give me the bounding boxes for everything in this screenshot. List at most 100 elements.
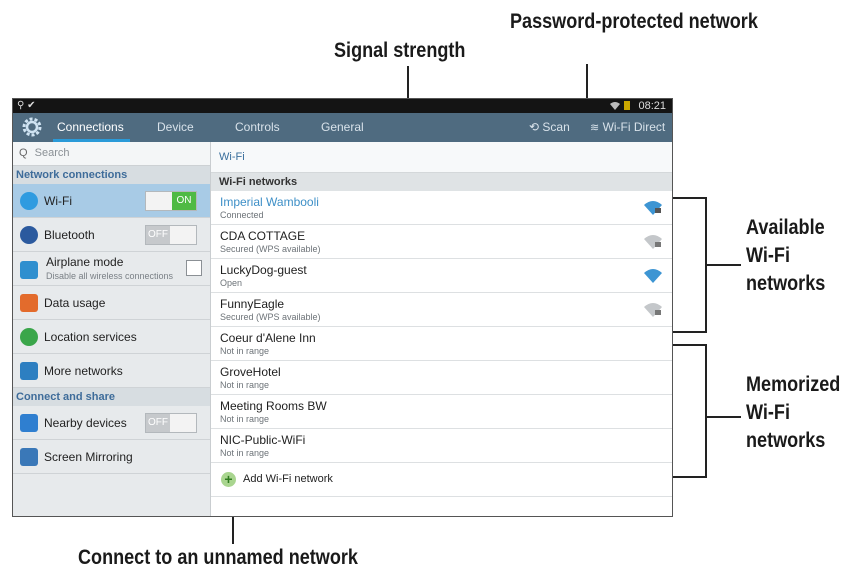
settings-screen: ⚲ ✔ 08:21 Connections Device Controls Ge… (12, 98, 673, 517)
sidebar-item-location-services[interactable]: Location services (13, 320, 210, 354)
wifi-signal-icon (644, 269, 662, 283)
sidebar-item-wifi[interactable]: Wi-Fi ON (13, 184, 210, 218)
bluetooth-icon (20, 226, 38, 244)
notification-icons: ⚲ ✔ (17, 100, 36, 111)
network-status: Not in range (220, 346, 270, 356)
wifi-signal-secured-icon (644, 303, 662, 317)
network-name: LuckyDog-guest (220, 263, 307, 277)
network-row[interactable]: GroveHotel Not in range (211, 361, 672, 395)
sidebar-item-label: Airplane mode (46, 255, 124, 269)
callout-signal-strength: Signal strength (334, 39, 466, 62)
location-icon (20, 328, 38, 346)
network-row[interactable]: NIC-Public-WiFi Not in range (211, 429, 672, 463)
network-name: NIC-Public-WiFi (220, 433, 306, 447)
screen-mirroring-icon (20, 448, 38, 466)
toggle-state: OFF (146, 414, 170, 432)
search-field[interactable]: Q Search (13, 142, 210, 166)
wifi-signal-secured-icon (644, 235, 662, 249)
wifi-direct-icon: ≋ (590, 122, 600, 134)
nearby-devices-toggle[interactable]: OFF (145, 413, 197, 433)
add-icon: + (221, 472, 236, 487)
callout-memorized: Memorized Wi-Fi networks (746, 373, 841, 452)
sidebar-item-data-usage[interactable]: Data usage (13, 286, 210, 320)
bracket-memorized (705, 344, 707, 478)
airplane-mode-checkbox[interactable] (186, 260, 202, 276)
airplane-mode-text: Airplane mode Disable all wireless conne… (46, 256, 173, 283)
network-row[interactable]: Meeting Rooms BW Not in range (211, 395, 672, 429)
wifi-status-icon (610, 102, 620, 110)
sidebar-item-label: Data usage (44, 296, 106, 310)
network-status: Connected (220, 210, 264, 220)
airplane-icon (20, 261, 38, 279)
tab-general[interactable]: General (321, 113, 364, 142)
bluetooth-toggle[interactable]: OFF (145, 225, 197, 245)
sidebar-item-screen-mirroring[interactable]: Screen Mirroring (13, 440, 210, 474)
bracket-available (706, 264, 741, 266)
scan-icon: ⟲ (529, 120, 540, 134)
bracket-memorized (706, 416, 741, 418)
page-title: Wi-Fi (211, 142, 672, 173)
callout-password-protected-text: Password-protected network (510, 10, 758, 33)
gear-icon[interactable] (21, 116, 43, 138)
wifi-direct-button[interactable]: ≋ Wi-Fi Direct (590, 113, 665, 142)
network-status: Secured (WPS available) (220, 312, 321, 322)
network-status: Not in range (220, 380, 270, 390)
scan-label: Scan (542, 120, 570, 134)
search-placeholder: Search (34, 147, 70, 159)
sidebar-item-label: More networks (44, 364, 123, 378)
network-status: Not in range (220, 414, 270, 424)
network-name: CDA COTTAGE (220, 229, 306, 243)
bracket-memorized (669, 476, 706, 478)
network-row[interactable]: FunnyEagle Secured (WPS available) (211, 293, 672, 327)
status-bar: ⚲ ✔ 08:21 (13, 99, 672, 113)
network-status: Secured (WPS available) (220, 244, 321, 254)
network-status: Not in range (220, 448, 270, 458)
network-row[interactable]: Imperial Wambooli Connected (211, 191, 672, 225)
callout-available: Available Wi-Fi networks (746, 216, 826, 295)
sidebar-item-airplane-mode[interactable]: Airplane mode Disable all wireless conne… (13, 252, 210, 286)
sidebar-item-nearby-devices[interactable]: Nearby devices OFF (13, 406, 210, 440)
data-usage-icon (20, 294, 38, 312)
wifi-panel: Wi-Fi Wi-Fi networks Imperial Wambooli C… (211, 142, 672, 516)
network-name: Meeting Rooms BW (220, 399, 327, 413)
bracket-available (669, 331, 706, 333)
bracket-memorized (669, 344, 706, 346)
more-networks-icon (20, 362, 38, 380)
network-row[interactable]: Coeur d'Alene Inn Not in range (211, 327, 672, 361)
airplane-mode-subtext: Disable all wireless connections (46, 271, 174, 281)
network-name: Coeur d'Alene Inn (220, 331, 316, 345)
section-wifi-networks: Wi-Fi networks (211, 173, 672, 191)
wifi-signal-secured-icon (644, 201, 662, 215)
tab-bar: Connections Device Controls General ⟲ Sc… (13, 113, 672, 142)
search-icon: Q (19, 147, 28, 159)
section-network-connections: Network connections (13, 166, 210, 184)
scan-button[interactable]: ⟲ Scan (529, 113, 570, 142)
network-status: Open (220, 278, 243, 288)
sidebar-item-label: Screen Mirroring (44, 450, 133, 464)
wifi-icon (20, 192, 38, 210)
status-time: 08:21 (638, 100, 666, 112)
sidebar-item-label: Nearby devices (44, 416, 127, 430)
network-row[interactable]: CDA COTTAGE Secured (WPS available) (211, 225, 672, 259)
toggle-state: OFF (146, 226, 170, 244)
network-row[interactable]: LuckyDog-guest Open (211, 259, 672, 293)
sidebar-item-more-networks[interactable]: More networks (13, 354, 210, 388)
section-connect-and-share: Connect and share (13, 388, 210, 406)
sidebar-item-bluetooth[interactable]: Bluetooth OFF (13, 218, 210, 252)
sidebar-item-label: Location services (44, 330, 137, 344)
tab-device[interactable]: Device (157, 113, 194, 142)
sidebar: Q Search Network connections Wi-Fi ON Bl… (13, 142, 211, 516)
bracket-available (669, 197, 706, 199)
sidebar-item-label: Bluetooth (44, 228, 95, 242)
toggle-state: ON (172, 192, 196, 210)
sidebar-item-label: Wi-Fi (44, 194, 72, 208)
add-wifi-network-label: Add Wi-Fi network (243, 473, 333, 485)
battery-icon (624, 101, 630, 110)
wifi-direct-label: Wi-Fi Direct (602, 120, 666, 134)
tab-connections[interactable]: Connections (53, 113, 130, 142)
callout-password-protected: Password-protected network (510, 8, 758, 36)
tab-controls[interactable]: Controls (235, 113, 280, 142)
wifi-toggle[interactable]: ON (145, 191, 197, 211)
network-name: FunnyEagle (220, 297, 285, 311)
add-wifi-network-button[interactable]: + Add Wi-Fi network (211, 463, 672, 497)
